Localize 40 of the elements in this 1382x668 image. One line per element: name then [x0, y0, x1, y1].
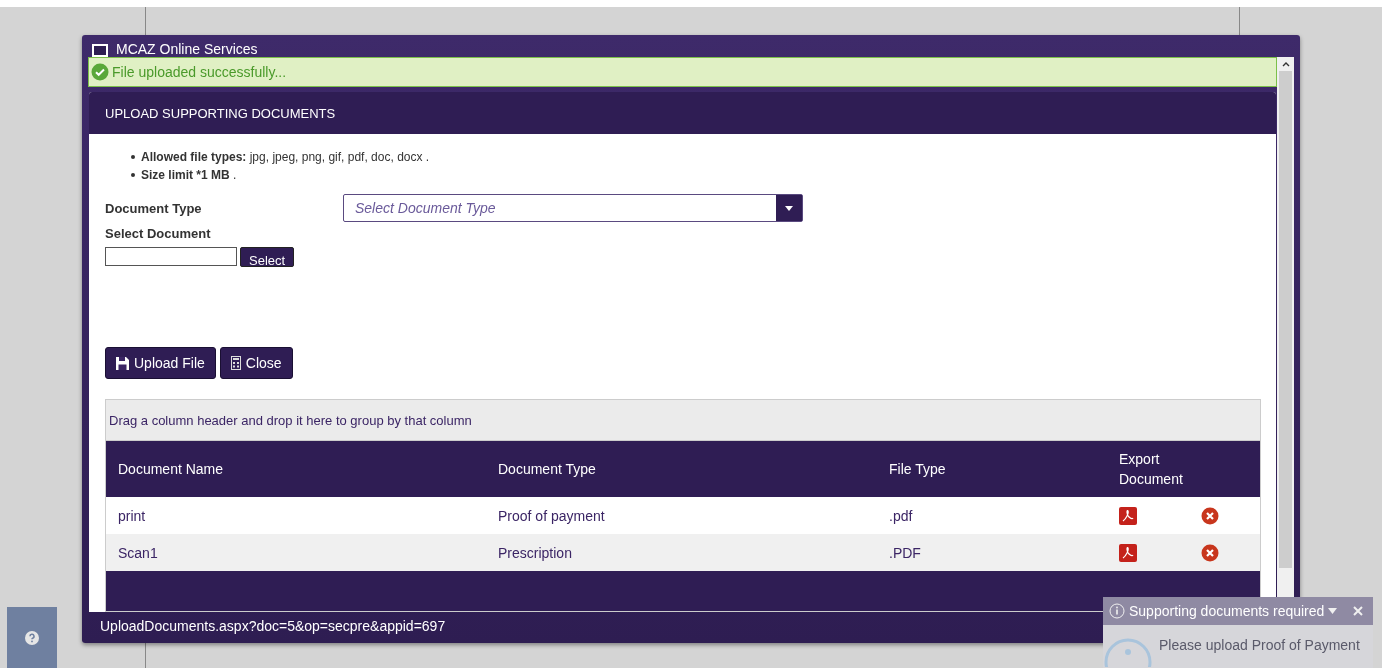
- calculator-icon: [230, 356, 241, 370]
- close-button[interactable]: Close: [219, 347, 293, 379]
- pdf-icon[interactable]: [1119, 543, 1137, 562]
- column-header[interactable]: File Type: [889, 461, 1119, 477]
- table-cell-text: .pdf: [889, 507, 914, 524]
- rule-text: Size limit *1 MB .: [141, 167, 237, 184]
- delete-icon[interactable]: [1201, 506, 1219, 525]
- caret-icon: [785, 205, 793, 211]
- table-cell-text: Scan1: [117, 544, 159, 561]
- select-button[interactable]: Select: [240, 247, 295, 267]
- check-icon: [91, 63, 109, 81]
- table-cell-text: Prescription: [498, 544, 573, 561]
- table-cell-text: Proof of payment: [498, 507, 606, 524]
- table-cell-text: .PDF: [889, 544, 922, 561]
- toast-title: Supporting documents required: [1129, 603, 1325, 619]
- pdf-icon[interactable]: [1119, 506, 1137, 525]
- toast-message: Please upload Proof of Payment: [1159, 637, 1360, 653]
- close-icon[interactable]: [1353, 606, 1364, 616]
- upload-button[interactable]: Upload File: [105, 347, 216, 379]
- window-title: MCAZ Online Services: [116, 41, 258, 57]
- info-icon: [1103, 637, 1153, 667]
- help-icon: [25, 630, 39, 645]
- delete-icon[interactable]: [1201, 543, 1219, 562]
- column-header[interactable]: Export Document: [1119, 449, 1207, 489]
- scroll-up-icon[interactable]: [1281, 61, 1290, 67]
- document-type-label: Document Type: [105, 200, 203, 216]
- table-cell-text: print: [117, 507, 147, 524]
- column-header[interactable]: Document Type: [498, 461, 889, 477]
- help-button[interactable]: [7, 607, 57, 668]
- panel-title: UPLOAD SUPPORTING DOCUMENTS: [105, 105, 336, 121]
- select-document-label: Select Document: [105, 226, 212, 241]
- banner-message: File uploaded successfully...: [112, 64, 287, 80]
- group-hint: Drag a column header and drop it here to group by that column: [109, 412, 472, 428]
- caret-icon[interactable]: [1328, 608, 1338, 614]
- rule-text: Allowed file types: jpg, jpeg, png, gif, pdf, doc, docx .: [141, 149, 430, 166]
- window-icon: [92, 44, 108, 57]
- document-type-dropdown[interactable]: Select Document Type: [343, 194, 803, 222]
- file-input[interactable]: [105, 247, 237, 266]
- column-header[interactable]: Document Name: [106, 461, 498, 477]
- info-icon: [1109, 603, 1125, 619]
